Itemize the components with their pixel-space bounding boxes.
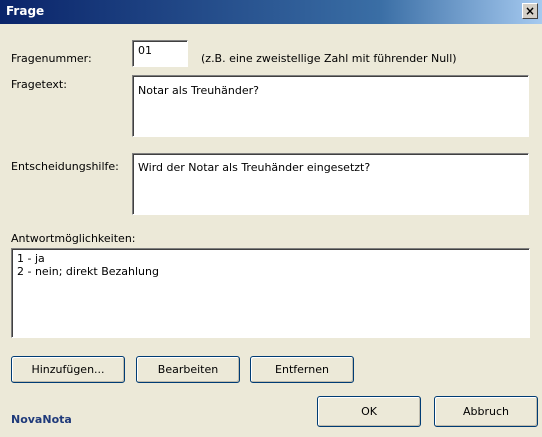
edit-button[interactable]: Bearbeiten (136, 356, 240, 383)
brand-logo-text: NovaNota (11, 413, 72, 426)
decision-help-label: Entscheidungshilfe: (11, 160, 119, 173)
question-number-hint: (z.B. eine zweistellige Zahl mit führend… (201, 52, 457, 65)
answers-label: Antwortmöglichkeiten: (11, 232, 136, 245)
question-text-label: Fragetext: (11, 78, 67, 91)
close-icon: × (524, 4, 536, 18)
ok-button[interactable]: OK (317, 396, 421, 427)
decision-help-value: Wird der Notar als Treuhänder eingesetzt… (138, 161, 371, 174)
question-text-value: Notar als Treuhänder? (138, 84, 259, 97)
question-number-value: 01 (138, 44, 152, 57)
add-button[interactable]: Hinzufügen... (11, 356, 125, 383)
remove-button[interactable]: Entfernen (250, 356, 354, 383)
question-number-input[interactable]: 01 (132, 40, 188, 67)
list-item[interactable]: 1 - ja (17, 252, 524, 265)
list-item[interactable]: 2 - nein; direkt Bezahlung (17, 265, 524, 278)
question-number-label: Fragenummer: (11, 52, 92, 65)
decision-help-input[interactable]: Wird der Notar als Treuhänder eingesetzt… (132, 153, 529, 215)
cancel-button[interactable]: Abbruch (434, 396, 538, 427)
answers-list[interactable]: 1 - ja 2 - nein; direkt Bezahlung (11, 248, 530, 338)
title-bar: Frage × (0, 0, 542, 24)
window-title: Frage (6, 4, 45, 18)
close-button[interactable]: × (522, 3, 538, 19)
question-text-input[interactable]: Notar als Treuhänder? (132, 75, 529, 137)
